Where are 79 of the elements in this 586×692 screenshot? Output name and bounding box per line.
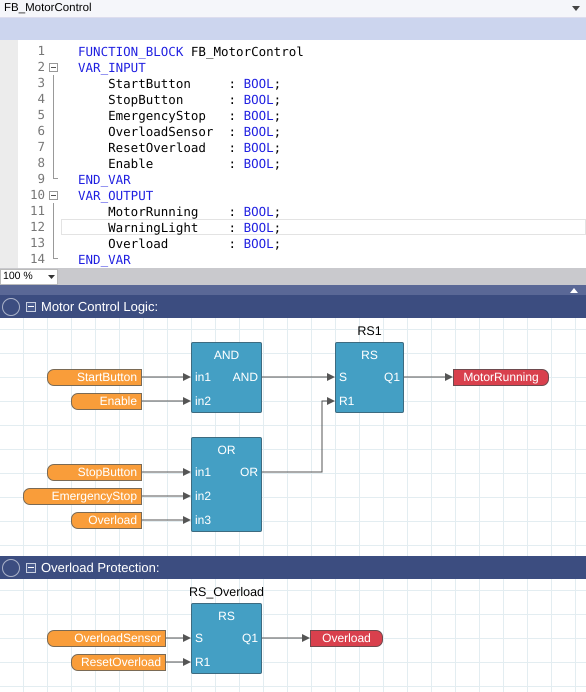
collapse-icon[interactable] [49,190,58,200]
line-number: 1 [36,43,45,59]
input-variable[interactable]: EmergencyStop [23,488,142,505]
wire-arrow [142,468,191,476]
code-line: VAR_OUTPUT [77,187,154,203]
collapse-icon[interactable] [26,302,36,312]
input-variable[interactable]: Overload [71,512,142,529]
input-pin: in2 [195,489,212,503]
line-number: 10 [28,187,45,203]
code-line: OverloadSensor : BOOL; [107,123,282,139]
function-block[interactable]: AND in1 in2 AND [191,342,262,413]
line-number: 11 [28,203,45,219]
instance-name: RS1 [356,323,383,340]
line-number: 14 [28,251,45,267]
wire-arrow [262,634,310,642]
function-block[interactable]: OR in1 in2 in3 OR [191,437,262,532]
block-type: AND [212,347,240,364]
block-type: RS [360,347,379,364]
code-line: StopButton : BOOL; [107,91,282,107]
input-pin: in1 [195,370,212,384]
code-line: Overload : BOOL; [107,235,282,251]
collapse-icon[interactable] [49,62,58,72]
wire-arrow [166,634,191,642]
line-number: 9 [36,171,45,187]
caret-icon [48,274,55,278]
wire-arrow [142,516,191,524]
code-line: ResetOverload : BOOL; [107,139,282,155]
output-pin: Q1 [384,370,400,384]
line-number: 6 [36,123,45,139]
input-pin: in1 [195,465,212,479]
input-pin: S [339,370,348,384]
code-line: MotorRunning : BOOL; [107,203,282,219]
line-number: 4 [36,91,45,107]
code-line: Enable : BOOL; [107,155,282,171]
network-title: Overload Protection: [41,558,160,577]
block-type: RS [217,608,236,625]
collapse-icon[interactable] [26,562,36,572]
output-pin: OR [240,465,258,479]
function-block[interactable]: RS S R1 Q1 [191,603,262,674]
line-number: 3 [36,75,45,91]
input-pin: S [195,631,204,645]
caret-icon [572,6,580,11]
input-pin: R1 [339,394,354,408]
zoom-dropdown[interactable]: 100 % [0,268,58,284]
line-number: 5 [36,107,45,123]
code-line: END_VAR [77,251,132,267]
line-number: 8 [36,155,45,171]
code-line: EmergencyStop : BOOL; [107,107,282,123]
code-line: FUNCTION_BLOCK FB_MotorControl [77,43,305,59]
wire-arrow [142,373,191,381]
output-variable[interactable]: Overload [310,630,383,647]
output-pin: AND [232,370,258,384]
network-title: Motor Control Logic: [41,298,158,316]
input-variable[interactable]: ResetOverload [71,654,166,671]
input-variable[interactable]: Enable [71,393,142,410]
output-pin: Q1 [242,631,258,645]
input-pin: in3 [195,513,212,527]
block-type: OR [216,442,236,459]
line-number: 7 [36,139,45,155]
line-number: 2 [36,59,45,75]
input-pin: in2 [195,394,212,408]
wire-arrow [404,373,453,381]
code-line: StartButton : BOOL; [107,75,282,91]
input-variable[interactable]: OverloadSensor [47,630,166,647]
line-number: 12 [28,219,45,235]
output-variable[interactable]: MotorRunning [453,369,549,386]
function-block[interactable]: RS S R1 Q1 [335,342,404,413]
code-line: VAR_INPUT [77,59,147,75]
input-variable[interactable]: StopButton [47,464,142,481]
scroll-up-icon[interactable] [570,288,578,292]
input-variable[interactable]: StartButton [47,369,142,386]
wire-arrow [142,397,191,405]
code-line: END_VAR [77,171,132,187]
wire-arrow [142,492,191,500]
instance-name: RS_Overload [188,584,266,601]
line-number: 13 [28,235,45,251]
input-pin: R1 [195,655,210,669]
wire-arrow [166,658,191,666]
pou-selector[interactable]: FB_MotorControl [0,0,586,18]
